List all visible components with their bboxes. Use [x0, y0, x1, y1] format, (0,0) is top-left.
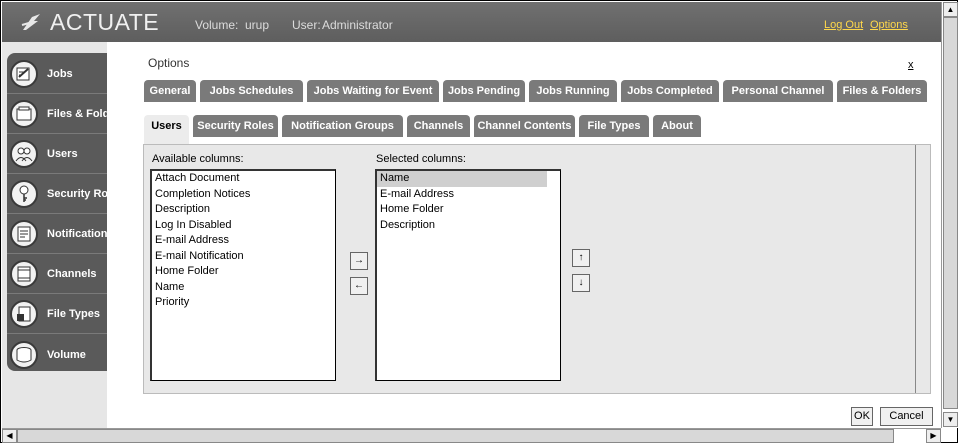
- horizontal-scroll-thumb[interactable]: [17, 429, 894, 443]
- available-columns-label: Available columns:: [152, 153, 244, 165]
- scroll-right-icon[interactable]: ▶: [926, 429, 941, 443]
- close-button[interactable]: x: [908, 59, 914, 71]
- available-columns-list[interactable]: Attach Document Completion Notices Descr…: [150, 169, 336, 381]
- user-value: Administrator: [322, 18, 393, 32]
- tab-jobs-completed[interactable]: Jobs Completed: [621, 80, 719, 102]
- list-item[interactable]: Priority: [152, 295, 335, 311]
- vertical-scroll-thumb[interactable]: [943, 17, 958, 409]
- sidebar-item-label: Jobs: [47, 68, 73, 80]
- tab-jobs-waiting-for-event[interactable]: Jobs Waiting for Event: [307, 80, 439, 102]
- panel-divider: [915, 145, 916, 393]
- tab-channel-contents[interactable]: Channel Contents: [474, 115, 575, 137]
- scroll-up-icon[interactable]: ▲: [943, 2, 958, 17]
- app-header: ACTUATE Volume: urup User: Administrator…: [2, 2, 941, 42]
- folder-icon: [10, 100, 38, 128]
- move-up-button[interactable]: ↑: [572, 249, 590, 267]
- tab-jobs-pending[interactable]: Jobs Pending: [443, 80, 525, 102]
- list-item[interactable]: Home Folder: [377, 202, 560, 218]
- options-content: Options x General Jobs Schedules Jobs Wa…: [107, 42, 941, 428]
- list-item[interactable]: E-mail Address: [152, 233, 335, 249]
- users-icon: [10, 140, 38, 168]
- users-columns-panel: Available columns: Selected columns: Att…: [143, 144, 931, 394]
- logout-link[interactable]: Log Out: [824, 19, 863, 31]
- tab-jobs-schedules[interactable]: Jobs Schedules: [200, 80, 303, 102]
- volume-label: Volume:: [195, 18, 239, 32]
- list-item[interactable]: E-mail Notification: [152, 249, 335, 265]
- tab-file-types[interactable]: File Types: [579, 115, 649, 137]
- list-item[interactable]: E-mail Address: [377, 187, 560, 203]
- scroll-left-icon[interactable]: ◀: [2, 429, 17, 443]
- tab-channels[interactable]: Channels: [407, 115, 470, 137]
- page-title: Options: [148, 56, 190, 70]
- tab-users[interactable]: Users: [144, 115, 189, 144]
- file-types-icon: [10, 300, 38, 328]
- notification-icon: [10, 220, 38, 248]
- move-down-button[interactable]: ↓: [572, 274, 590, 292]
- scroll-down-icon[interactable]: ▼: [943, 412, 958, 427]
- brand-name: ACTUATE: [50, 8, 160, 35]
- tab-general[interactable]: General: [144, 80, 196, 102]
- browser-frame: ACTUATE Volume: urup User: Administrator…: [0, 0, 958, 443]
- add-column-button[interactable]: →: [350, 252, 368, 270]
- ok-button[interactable]: OK: [851, 407, 873, 426]
- tab-security-roles[interactable]: Security Roles: [193, 115, 278, 137]
- list-item[interactable]: Name: [152, 280, 335, 296]
- list-item[interactable]: Home Folder: [152, 264, 335, 280]
- actuate-logo-icon: [21, 14, 40, 30]
- tab-notification-groups[interactable]: Notification Groups: [282, 115, 403, 137]
- actuate-logo: ACTUATE: [20, 9, 159, 35]
- key-icon: [10, 180, 38, 208]
- sidebar-item-label: Volume: [47, 348, 86, 361]
- cancel-button[interactable]: Cancel: [880, 407, 933, 426]
- jobs-icon: [10, 60, 38, 88]
- volume-icon: [10, 340, 38, 369]
- tab-files-folders[interactable]: Files & Folders: [837, 80, 927, 102]
- user-label: User:: [292, 18, 321, 32]
- volume-value: urup: [245, 18, 270, 32]
- tab-personal-channel[interactable]: Personal Channel: [723, 80, 833, 102]
- tab-about[interactable]: About: [653, 115, 701, 137]
- list-item-selected[interactable]: Name: [377, 171, 547, 187]
- channels-icon: [10, 260, 38, 288]
- tab-jobs-running[interactable]: Jobs Running: [529, 80, 617, 102]
- selected-columns-label: Selected columns:: [376, 153, 466, 165]
- list-item[interactable]: Attach Document: [152, 171, 335, 187]
- list-item[interactable]: Description: [152, 202, 335, 218]
- horizontal-scrollbar[interactable]: ◀ ▶: [2, 428, 941, 443]
- selected-columns-list[interactable]: Name E-mail Address Home Folder Descript…: [375, 169, 561, 381]
- sidebar-item-label: Channels: [47, 268, 97, 280]
- vertical-scrollbar[interactable]: ▲ ▼: [941, 2, 958, 428]
- options-link[interactable]: Options: [870, 19, 908, 31]
- list-item[interactable]: Log In Disabled: [152, 218, 335, 234]
- list-item[interactable]: Completion Notices: [152, 187, 335, 203]
- list-item[interactable]: Description: [377, 218, 560, 234]
- sidebar-item-label: File Types: [47, 308, 100, 320]
- sidebar-item-label: Users: [47, 148, 78, 160]
- remove-column-button[interactable]: ←: [350, 277, 368, 295]
